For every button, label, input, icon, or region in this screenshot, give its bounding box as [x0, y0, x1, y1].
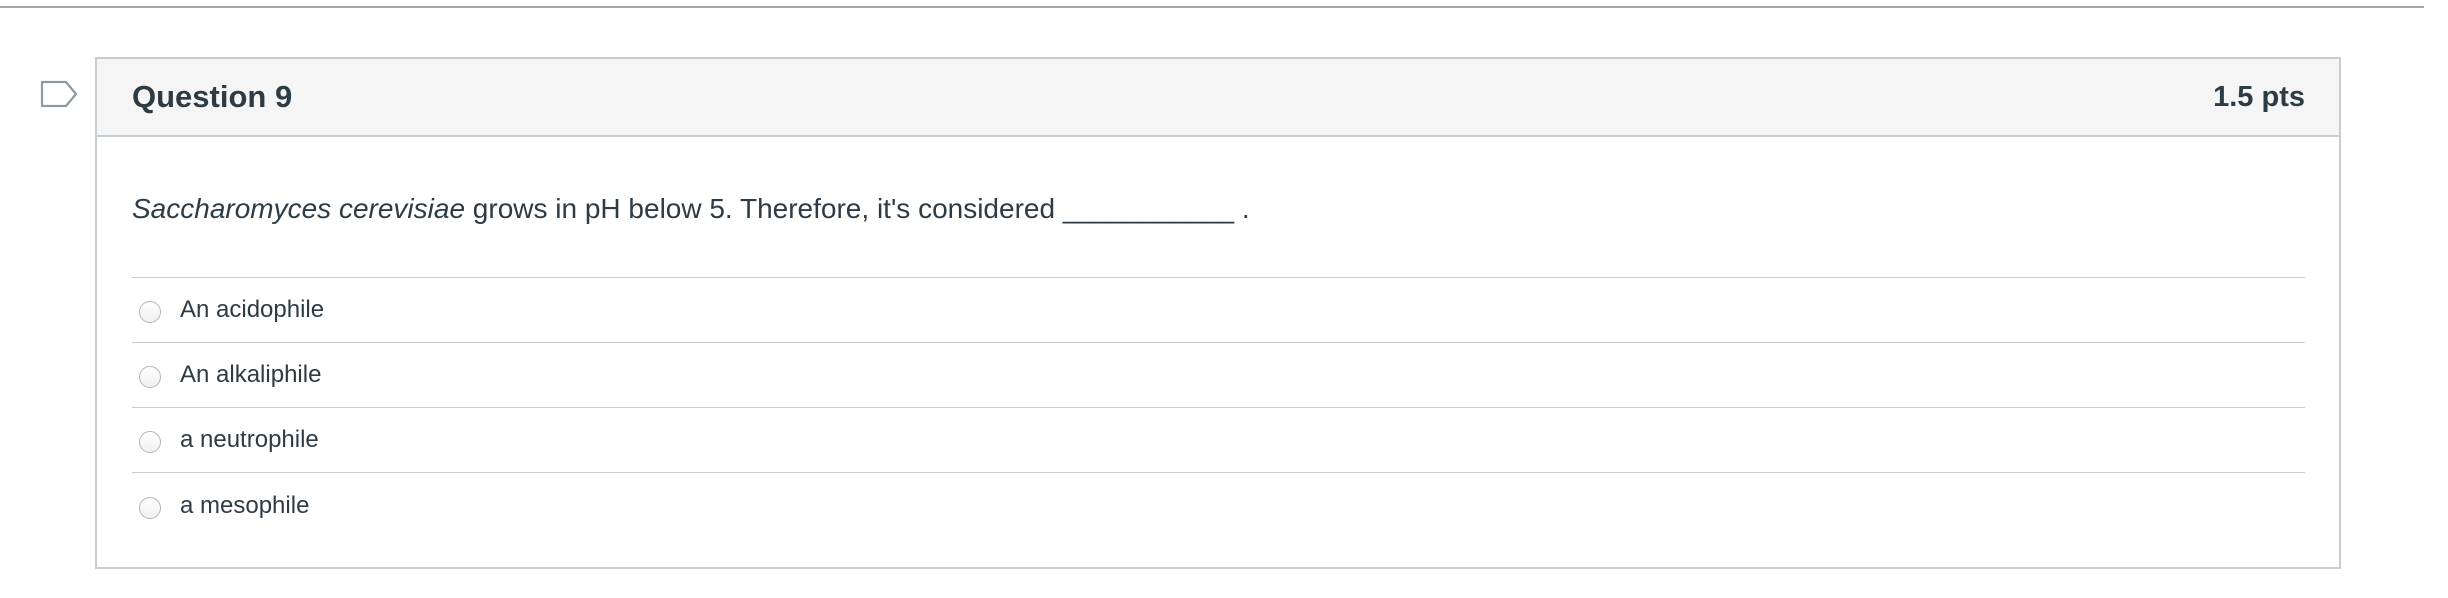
top-divider — [0, 6, 2424, 8]
question-points: 1.5 pts — [2213, 80, 2305, 113]
question-text-italic: Saccharomyces cerevisiae — [132, 193, 466, 224]
radio-button[interactable] — [139, 431, 161, 453]
radio-button[interactable] — [139, 301, 161, 323]
question-title: Question 9 — [132, 79, 293, 114]
answer-label[interactable]: An alkaliphile — [180, 361, 321, 389]
radio-button[interactable] — [139, 366, 161, 388]
answer-label[interactable]: An acidophile — [180, 296, 324, 324]
answer-option[interactable]: a mesophile — [132, 473, 2305, 538]
answer-list: An acidophile An alkaliphile a neutrophi… — [132, 277, 2305, 538]
answer-option[interactable]: An alkaliphile — [132, 343, 2305, 408]
radio-button[interactable] — [139, 496, 161, 519]
answer-option[interactable]: An acidophile — [132, 278, 2305, 343]
answer-label[interactable]: a mesophile — [180, 492, 309, 520]
answer-label[interactable]: a neutrophile — [180, 426, 319, 454]
question-header: Question 9 1.5 pts — [97, 59, 2339, 137]
question-text-rest: grows in pH below 5. Therefore, it's con… — [465, 193, 1250, 224]
question-body: Saccharomyces cerevisiae grows in pH bel… — [97, 137, 2339, 538]
flag-question-icon[interactable] — [40, 80, 80, 112]
answer-option[interactable]: a neutrophile — [132, 408, 2305, 473]
question-card: Question 9 1.5 pts Saccharomyces cerevis… — [95, 57, 2341, 569]
question-text: Saccharomyces cerevisiae grows in pH bel… — [132, 137, 2305, 245]
